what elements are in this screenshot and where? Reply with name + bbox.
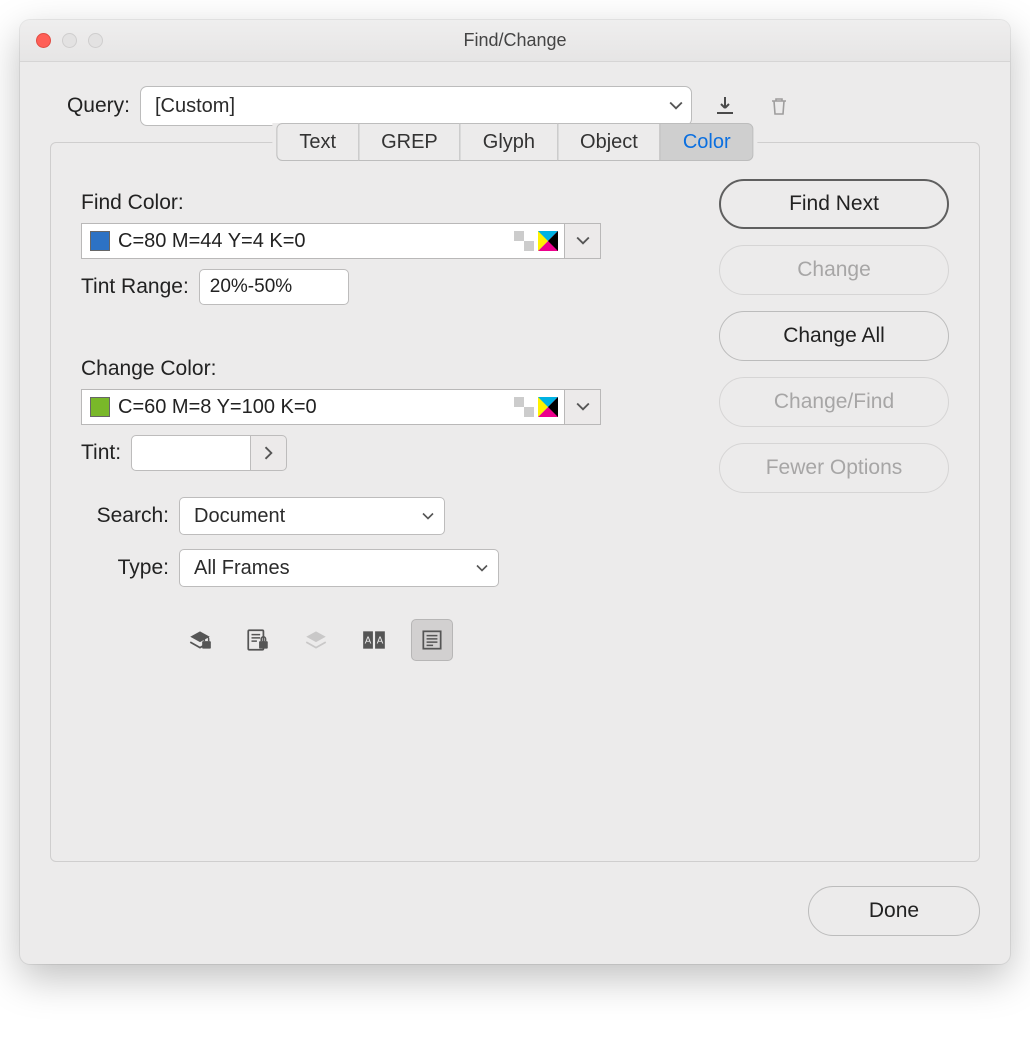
tab-glyph[interactable]: Glyph — [460, 123, 558, 161]
find-color-swatch-icon — [90, 231, 110, 251]
change-color-label: Change Color: — [81, 357, 689, 381]
find-change-window: Find/Change Query: [Custom] Text GREP Gl… — [20, 20, 1010, 964]
footnotes-icon[interactable] — [411, 619, 453, 661]
find-color-field[interactable]: C=80 M=44 Y=4 K=0 — [81, 223, 565, 259]
search-value: Document — [194, 505, 285, 528]
tint-label: Tint: — [81, 441, 121, 465]
change-find-button: Change/Find — [719, 377, 949, 427]
tab-grep[interactable]: GREP — [358, 123, 461, 161]
svg-text:A: A — [365, 635, 372, 646]
options-group: Text GREP Glyph Object Color Find Color:… — [50, 142, 980, 862]
done-button[interactable]: Done — [808, 886, 980, 936]
find-color-name: C=80 M=44 Y=4 K=0 — [118, 230, 306, 253]
tint-field[interactable] — [131, 435, 251, 471]
svg-text:A: A — [377, 635, 384, 646]
find-next-button[interactable]: Find Next — [719, 179, 949, 229]
locked-layers-icon[interactable] — [179, 619, 221, 661]
change-all-button[interactable]: Change All — [719, 311, 949, 361]
query-dropdown[interactable]: [Custom] — [140, 86, 692, 126]
change-color-field[interactable]: C=60 M=8 Y=100 K=0 — [81, 389, 565, 425]
query-label: Query: — [50, 94, 130, 118]
color-mode-cmyk-icon — [538, 397, 558, 417]
tab-object[interactable]: Object — [557, 123, 661, 161]
search-dropdown[interactable]: Document — [179, 497, 445, 535]
titlebar: Find/Change — [20, 20, 1010, 62]
transparency-icon — [514, 231, 534, 251]
type-value: All Frames — [194, 557, 290, 580]
save-query-icon[interactable] — [710, 91, 740, 121]
type-dropdown[interactable]: All Frames — [179, 549, 499, 587]
color-mode-cmyk-icon — [538, 231, 558, 251]
window-title: Find/Change — [20, 30, 1010, 51]
tab-text[interactable]: Text — [276, 123, 359, 161]
change-button: Change — [719, 245, 949, 295]
search-label: Search: — [81, 504, 169, 528]
locked-stories-icon[interactable] — [237, 619, 279, 661]
change-color-name: C=60 M=8 Y=100 K=0 — [118, 396, 317, 419]
tab-color[interactable]: Color — [660, 123, 754, 161]
tint-stepper[interactable] — [251, 435, 287, 471]
chevron-down-icon — [476, 564, 488, 573]
fewer-options-button: Fewer Options — [719, 443, 949, 493]
change-color-dropdown[interactable] — [565, 389, 601, 425]
chevron-down-icon — [422, 512, 434, 521]
tab-strip: Text GREP Glyph Object Color — [272, 123, 757, 161]
master-pages-icon[interactable]: AA — [353, 619, 395, 661]
hidden-layers-icon[interactable] — [295, 619, 337, 661]
delete-query-icon[interactable] — [764, 91, 794, 121]
tint-range-value: 20%-50% — [210, 276, 292, 298]
tint-range-field[interactable]: 20%-50% — [199, 269, 349, 305]
find-color-dropdown[interactable] — [565, 223, 601, 259]
transparency-icon — [514, 397, 534, 417]
find-color-label: Find Color: — [81, 191, 689, 215]
change-color-swatch-icon — [90, 397, 110, 417]
chevron-down-icon — [669, 101, 683, 111]
type-label: Type: — [81, 556, 169, 580]
query-value: [Custom] — [155, 95, 235, 118]
tint-range-label: Tint Range: — [81, 275, 189, 299]
